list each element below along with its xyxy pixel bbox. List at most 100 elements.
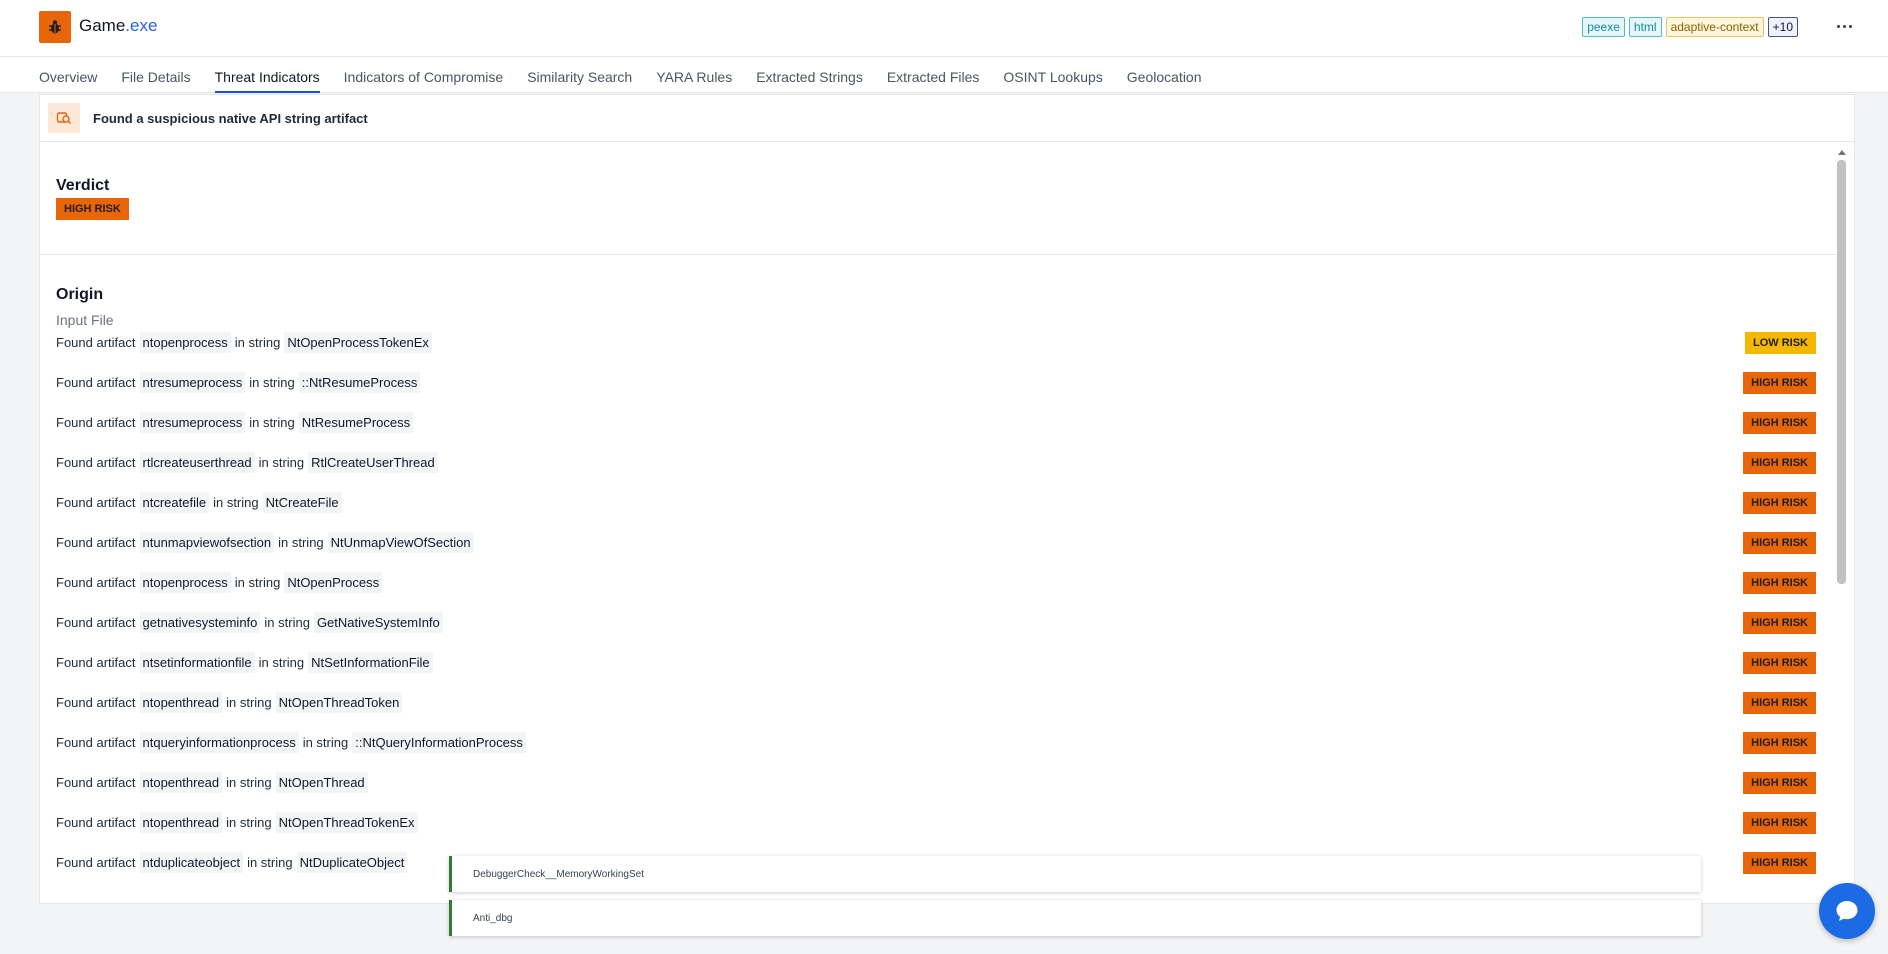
file-title-extension: .exe xyxy=(125,16,158,35)
row-middle: in string xyxy=(249,414,295,430)
artifact-name: ntqueryinformationprocess xyxy=(139,731,299,753)
artifact-description: Found artifact ntopenthread in string NtOpe… xyxy=(56,810,418,834)
artifact-string: ::NtResumeProcess xyxy=(298,371,421,393)
file-title-base: Game xyxy=(79,16,126,35)
artifact-string: ::NtQueryInformationProcess xyxy=(352,731,526,753)
tab-overview[interactable]: Overview xyxy=(39,57,97,93)
row-prefix: Found artifact xyxy=(56,774,136,790)
artifact-string: NtOpenThreadToken xyxy=(275,691,403,713)
risk-badge: HIGH RISK xyxy=(1743,772,1816,794)
artifact-name: ntcreatefile xyxy=(139,491,210,513)
risk-badge: HIGH RISK xyxy=(1743,452,1816,474)
artifact-description: Found artifact ntunmapviewofsection in str… xyxy=(56,530,474,554)
artifact-name: ntopenprocess xyxy=(139,331,231,353)
tag-more-count[interactable]: +10 xyxy=(1767,17,1798,37)
tab-yara-rules[interactable]: YARA Rules xyxy=(656,57,732,93)
row-middle: in string xyxy=(234,574,281,590)
artifact-name: ntopenthread xyxy=(139,811,223,833)
artifact-row: Found artifact rtlcreateuserthread in stri… xyxy=(40,450,1840,490)
artifact-description: Found artifact ntopenprocess in string NtOp… xyxy=(56,330,432,354)
tag-html[interactable]: html xyxy=(1628,17,1662,37)
scroll-up-icon[interactable] xyxy=(1837,148,1846,156)
finding-header[interactable]: Found a suspicious native API string art… xyxy=(40,95,1854,142)
finding-panel: Found a suspicious native API string art… xyxy=(39,94,1855,904)
tab-bar: Overview File Details Threat Indicators Ind… xyxy=(0,57,1888,93)
risk-badge: HIGH RISK xyxy=(1743,572,1816,594)
risk-badge: HIGH RISK xyxy=(1743,532,1816,554)
row-prefix: Found artifact xyxy=(56,654,136,670)
artifact-name: ntsetinformationfile xyxy=(139,651,255,673)
artifact-row: Found artifact ntopenthread in string NtOpe… xyxy=(40,810,1840,850)
artifact-description: Found artifact ntcreatefile in string NtCre… xyxy=(56,490,342,514)
artifact-description: Found artifact ntopenthread in string NtOpe… xyxy=(56,770,368,794)
artifact-row: Found artifact ntsetinformationfile in str… xyxy=(40,650,1840,690)
row-prefix: Found artifact xyxy=(56,414,136,430)
artifact-string: NtSetInformationFile xyxy=(308,651,433,673)
risk-badge: HIGH RISK xyxy=(1743,372,1816,394)
artifact-row: Found artifact ntcreatefile in string NtCre… xyxy=(40,490,1840,530)
row-prefix: Found artifact xyxy=(56,614,136,630)
row-middle: in string xyxy=(249,374,295,390)
verdict-badge: HIGH RISK xyxy=(56,198,129,220)
bug-logo-icon xyxy=(39,11,71,43)
artifact-row: Found artifact ntunmapviewofsection in str… xyxy=(40,530,1840,570)
risk-badge: HIGH RISK xyxy=(1743,812,1816,834)
finding-title: Found a suspicious native API string art… xyxy=(93,110,368,126)
more-options-icon[interactable] xyxy=(1830,14,1858,38)
chat-button[interactable] xyxy=(1819,883,1875,939)
tab-file-details[interactable]: File Details xyxy=(121,57,190,93)
artifact-description: Found artifact rtlcreateuserthread in stri… xyxy=(56,450,438,474)
row-middle: in string xyxy=(258,454,305,470)
row-prefix: Found artifact xyxy=(56,534,136,550)
tab-geolocation[interactable]: Geolocation xyxy=(1127,57,1202,93)
tab-extracted-strings[interactable]: Extracted Strings xyxy=(756,57,863,93)
row-middle: in string xyxy=(226,774,272,790)
artifact-row: Found artifact getnativesysteminfo in stri… xyxy=(40,610,1840,650)
row-prefix: Found artifact xyxy=(56,694,136,710)
risk-badge: HIGH RISK xyxy=(1743,732,1816,754)
artifact-name: rtlcreateuserthread xyxy=(139,451,255,473)
tag-adaptive-context[interactable]: adaptive-context xyxy=(1665,17,1764,37)
file-title: Game.exe xyxy=(79,16,157,36)
scrollbar-thumb[interactable] xyxy=(1837,160,1846,584)
row-middle: in string xyxy=(234,334,281,350)
row-middle: in string xyxy=(302,734,349,750)
artifact-row: Found artifact ntresumeprocess in string::… xyxy=(40,370,1840,410)
artifact-name: getnativesysteminfo xyxy=(139,611,261,633)
row-prefix: Found artifact xyxy=(56,454,136,470)
yara-match-popup[interactable]: Anti_dbg xyxy=(449,900,1701,936)
row-middle: in string xyxy=(264,614,310,630)
artifact-string: RtlCreateUserThread xyxy=(308,451,438,473)
artifact-description: Found artifact ntresumeprocess in string::… xyxy=(56,370,421,394)
yara-match-popup[interactable]: DebuggerCheck__MemoryWorkingSet xyxy=(449,856,1701,892)
tag-peexe[interactable]: peexe xyxy=(1582,17,1625,37)
artifact-name: ntopenprocess xyxy=(139,571,231,593)
tab-threat-indicators[interactable]: Threat Indicators xyxy=(214,57,320,93)
artifact-name: ntresumeprocess xyxy=(139,371,246,393)
risk-badge: HIGH RISK xyxy=(1743,412,1816,434)
origin-value: Input File xyxy=(56,312,114,328)
artifact-string: NtCreateFile xyxy=(262,491,342,513)
artifact-name: ntunmapviewofsection xyxy=(139,531,275,553)
risk-badge: HIGH RISK xyxy=(1743,492,1816,514)
top-bar: Game.exe peexe html adaptive-context +10 xyxy=(0,0,1888,57)
row-middle: in string xyxy=(226,694,272,710)
artifact-row: Found artifact ntopenprocess in string NtOp… xyxy=(40,570,1840,610)
tab-similarity-search[interactable]: Similarity Search xyxy=(527,57,632,93)
tab-osint-lookups[interactable]: OSINT Lookups xyxy=(1003,57,1102,93)
api-search-icon xyxy=(48,103,80,133)
artifact-string: NtResumeProcess xyxy=(298,411,414,433)
tab-extracted-files[interactable]: Extracted Files xyxy=(887,57,980,93)
risk-badge: HIGH RISK xyxy=(1743,612,1816,634)
artifact-row: Found artifact ntopenthread in string NtOpe… xyxy=(40,690,1840,730)
risk-badge: HIGH RISK xyxy=(1743,692,1816,714)
artifact-string: NtOpenProcessTokenEx xyxy=(284,331,432,353)
artifact-row: Found artifact ntqueryinformationprocess i… xyxy=(40,730,1840,770)
row-prefix: Found artifact xyxy=(56,854,136,870)
tab-indicators-of-compromise[interactable]: Indicators of Compromise xyxy=(344,57,504,93)
verdict-heading: Verdict xyxy=(56,177,110,194)
risk-badge: HIGH RISK xyxy=(1743,852,1816,874)
artifact-name: ntduplicateobject xyxy=(139,851,244,873)
artifact-name: ntopenthread xyxy=(139,691,223,713)
vertical-scrollbar[interactable] xyxy=(1837,148,1846,894)
